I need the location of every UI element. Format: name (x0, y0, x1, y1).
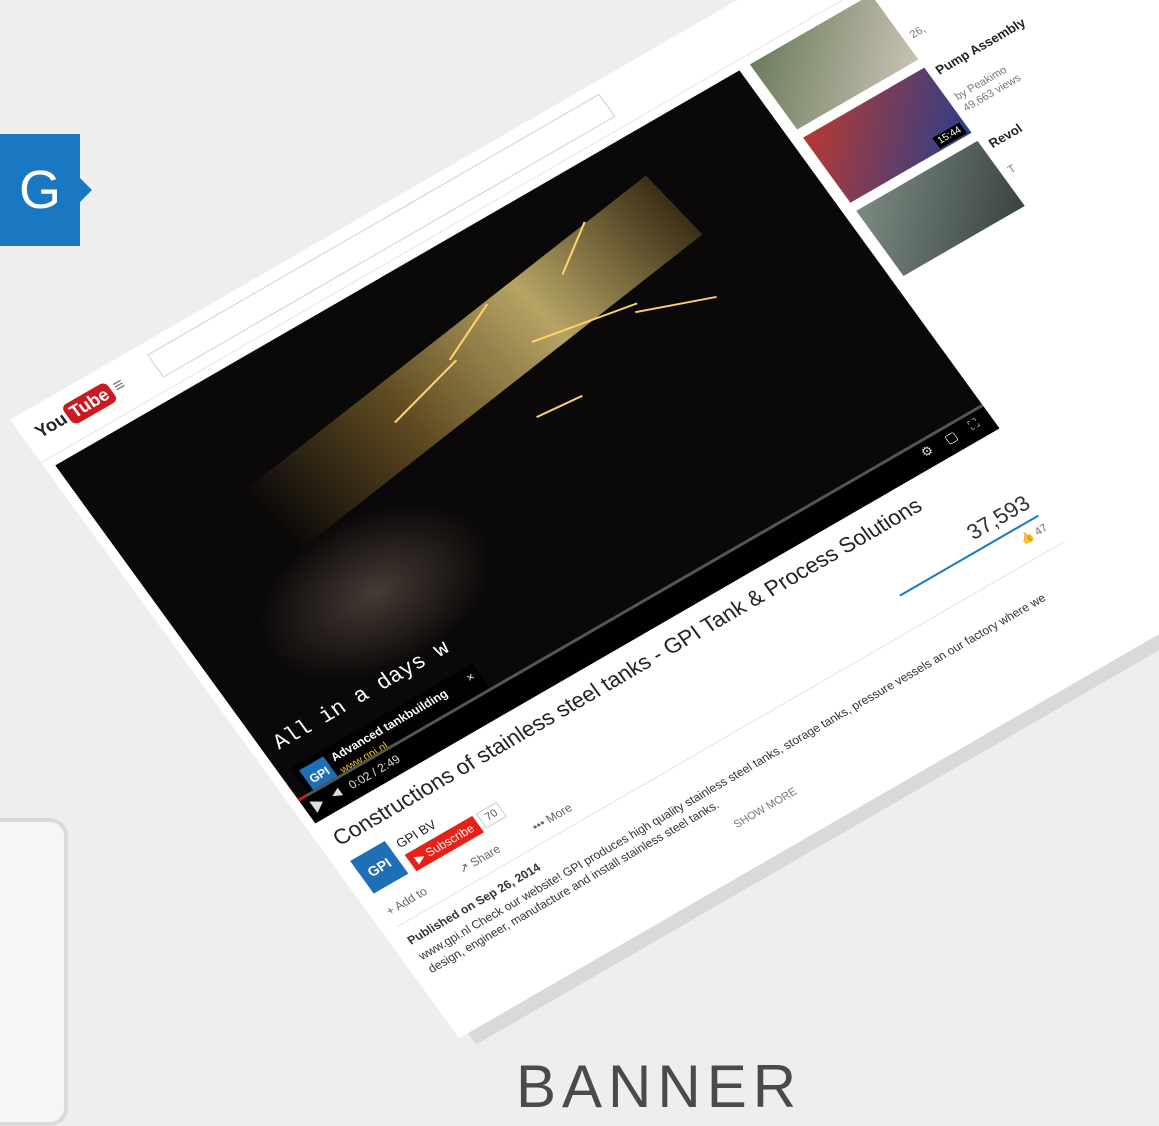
spark-line (635, 295, 717, 314)
banner-word: BANNER (516, 1053, 803, 1120)
more-label: More (542, 800, 575, 826)
player-sparks-decoration (242, 175, 703, 551)
brand-tag: G (0, 134, 92, 246)
more-button[interactable]: ••• More (529, 792, 590, 834)
youtube-logo-tube: Tube (60, 381, 119, 426)
related-channel: T (1005, 162, 1019, 176)
time-total: 2:49 (374, 752, 404, 776)
spark-line (536, 394, 583, 418)
like-count: 47 (1032, 522, 1051, 539)
brand-tag-letter: G (18, 160, 61, 220)
related-views: 26, (907, 23, 928, 41)
tilted-screen-mockup: You Tube ≡ All in a days w GPI Advanced … (10, 0, 1159, 1045)
time-current: 0:02 (345, 768, 375, 792)
close-icon[interactable]: × (463, 670, 477, 685)
subscriber-count: 70 (475, 801, 508, 829)
share-label: Share (467, 842, 504, 870)
add-to-label: Add to (391, 884, 430, 914)
youtube-logo[interactable]: You Tube (30, 381, 119, 443)
volume-icon[interactable]: ◀ (328, 785, 344, 801)
play-icon[interactable] (309, 795, 328, 813)
youtube-page: You Tube ≡ All in a days w GPI Advanced … (10, 0, 1159, 1039)
progress-fill (297, 794, 308, 802)
device-edge-decoration (0, 818, 68, 1126)
